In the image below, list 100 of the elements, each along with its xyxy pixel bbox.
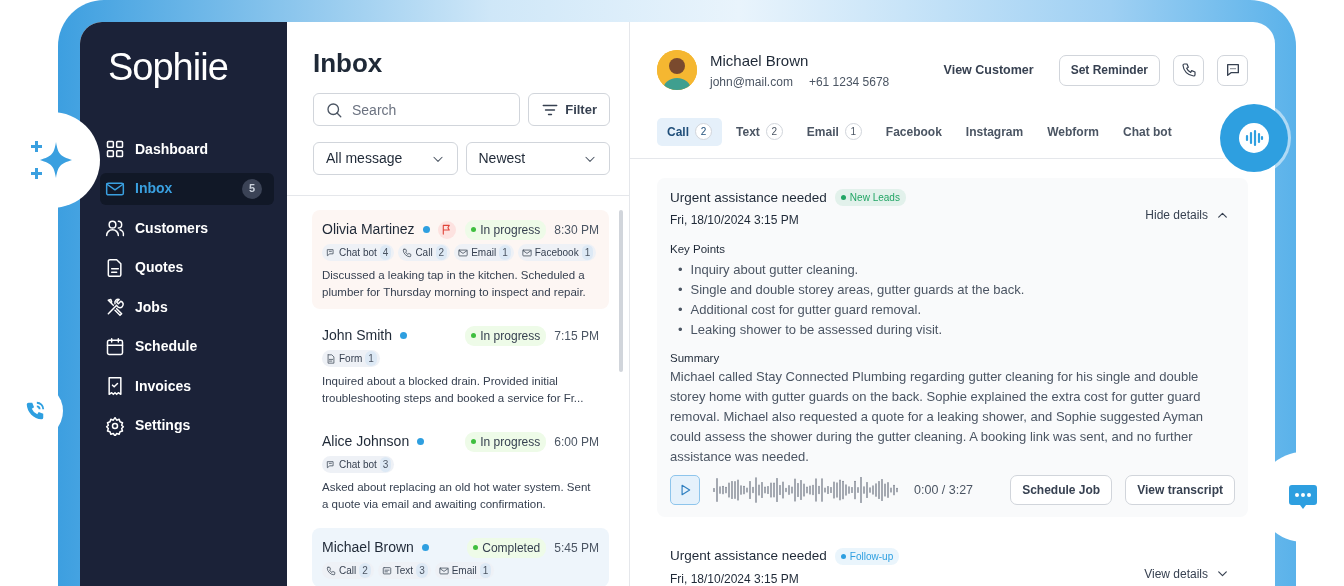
- sidebar-item[interactable]: Inbox 5: [100, 172, 274, 205]
- playback-time: 0:00 / 3:27: [914, 481, 974, 499]
- sidebar-item[interactable]: Schedule: [100, 330, 274, 363]
- message-summary: Discussed a leaking tap in the kitchen. Scheduled a plumber for Thursday morning to inspect and repair.: [322, 268, 587, 300]
- calendar-icon: [105, 336, 125, 357]
- conversation-card[interactable]: Michael Brown Completed 5:45 PM Call 2 Text 3 Email 1: [312, 528, 609, 586]
- bullet: •: [678, 281, 683, 299]
- details-toggle[interactable]: Hide details: [1145, 201, 1229, 229]
- sidebar-item[interactable]: Dashboard: [100, 133, 274, 165]
- contact-name: Michael Brown: [710, 51, 810, 71]
- section-label: Summary: [670, 351, 721, 366]
- phone-icon: [24, 400, 46, 422]
- status-tag: In progress: [465, 431, 547, 452]
- conversation-card[interactable]: Alice Johnson In progress 6:00 PM Chat bot 3 Asked about replacing an old hot water system. Sent a quote via email and awaiting confirmation.: [312, 422, 609, 521]
- entry-title: Urgent assistance needed: [670, 188, 827, 207]
- section-label: Key Points: [670, 241, 726, 257]
- chat-icon: [326, 459, 336, 470]
- channel-tab[interactable]: Text 2: [726, 117, 793, 146]
- envelope-icon: [458, 247, 469, 258]
- sidebar-item[interactable]: Customers: [100, 212, 274, 244]
- contact-name: Olivia Martinez: [322, 220, 415, 239]
- channel-tab[interactable]: Call 2: [657, 117, 722, 146]
- call-button[interactable]: [1173, 54, 1204, 86]
- contact-name: Michael Brown: [322, 538, 414, 557]
- envelope-icon: [438, 565, 449, 576]
- bullet: •: [678, 261, 683, 279]
- scrollbar[interactable]: [619, 210, 623, 372]
- count-badge: 5: [242, 178, 262, 199]
- document-icon: [326, 353, 336, 364]
- channel-tag: Chat bot 3: [322, 456, 395, 473]
- sidebar-item[interactable]: Invoices: [100, 370, 274, 402]
- contact-name: John Smith: [322, 326, 393, 345]
- envelope-icon: [521, 247, 532, 258]
- dropdown[interactable]: Newest: [465, 142, 610, 175]
- logo: Sophiie: [107, 48, 229, 86]
- set-reminder-button[interactable]: Set Reminder: [1058, 54, 1160, 86]
- view-customer-link[interactable]: View Customer: [943, 60, 1034, 80]
- filter-button[interactable]: Filter: [528, 93, 610, 126]
- chat-icon: [326, 247, 336, 258]
- sidebar-item[interactable]: Jobs: [100, 291, 274, 323]
- message-button[interactable]: [1217, 54, 1248, 86]
- key-point: Leaking shower to be assessed during visit.: [690, 321, 943, 339]
- action-button[interactable]: Schedule Job: [1010, 475, 1113, 506]
- channel-tab[interactable]: Email 1: [796, 117, 872, 146]
- channel-tab[interactable]: Webform: [1037, 117, 1109, 146]
- sidebar-item[interactable]: Quotes: [100, 251, 274, 284]
- channel-tag: Form 1: [322, 350, 380, 367]
- message-time: 5:45 PM: [554, 539, 599, 557]
- conversation-card[interactable]: John Smith In progress 7:15 PM Form 1 Inquired about a blocked drain. Provided initial troubleshooting steps and booked a service for Fr...: [312, 316, 609, 415]
- call-summary: Michael called Stay Connected Plumbing regarding gutter cleaning for his single and double storey home with gutter guards on the back. Sophie explained the extra cost for gutter guard removal. Michael also requested a quote for a leaking shower, and Sophie suggested Ayman could assess the shower during the gutter cleaning. A booking link was sent, and no further assistance was needed.: [670, 368, 1205, 467]
- contact-name: Alice Johnson: [322, 432, 410, 451]
- message-time: 8:30 PM: [554, 221, 599, 239]
- bullet: •: [678, 321, 683, 339]
- dropdown[interactable]: All message: [313, 142, 458, 175]
- phone-icon: [1180, 62, 1197, 79]
- status-tag: In progress: [465, 219, 547, 240]
- channel-tab[interactable]: Instagram: [955, 117, 1034, 146]
- entry-date: Fri, 18/10/2024 3:15 PM: [670, 570, 800, 586]
- message-time: 6:00 PM: [554, 433, 599, 451]
- voice-icon: [1239, 123, 1269, 153]
- grid-icon: [105, 139, 125, 159]
- people-icon: [105, 218, 125, 238]
- entry-date: Fri, 18/10/2024 3:15 PM: [670, 211, 800, 229]
- key-point: Inquiry about gutter cleaning.: [690, 261, 859, 279]
- channel-tag: Email 1: [454, 244, 514, 261]
- status-tag: Follow-up: [834, 547, 900, 565]
- settings-icon: [105, 415, 125, 436]
- message-icon: [381, 565, 392, 576]
- details-toggle[interactable]: View details: [1144, 560, 1229, 586]
- channel-tag: Facebook 1: [517, 244, 597, 261]
- play-button[interactable]: [670, 475, 700, 506]
- channel-tab[interactable]: Facebook: [875, 117, 952, 146]
- contact-phone: +61 1234 5678: [808, 73, 890, 91]
- chat-icon: [1224, 62, 1241, 79]
- phone-icon: [326, 565, 336, 576]
- tools-icon: [105, 297, 125, 317]
- page-title: Inbox: [313, 50, 384, 76]
- bullet: •: [678, 301, 683, 319]
- channel-tag: Email 1: [434, 562, 495, 579]
- play-icon: [678, 483, 692, 498]
- channel-tag: Chat bot 4: [322, 244, 395, 261]
- key-point: Additional cost for gutter guard removal.: [690, 301, 922, 319]
- entry-title: Urgent assistance needed: [670, 547, 827, 566]
- sidebar-item[interactable]: Settings: [100, 409, 274, 442]
- message-summary: Asked about replacing an old hot water system. Sent a quote via email and awaiting confirmation.: [322, 480, 592, 512]
- search-icon: [325, 101, 343, 119]
- conversation-card[interactable]: Olivia Martinez In progress 8:30 PM Chat bot 4 Call 2 Email 1 Facebook 1 Discussed a leaking tap in the kitchen. Scheduled a plumber for Thursday morning to inspect and repair.: [312, 210, 609, 309]
- contact-email: john@mail.com: [710, 73, 793, 91]
- channel-tag: Call 2: [398, 244, 451, 261]
- message-summary: Inquired about a blocked drain. Provided initial troubleshooting steps and booked a service for Fr...: [322, 374, 585, 406]
- avatar: [657, 50, 697, 91]
- action-button[interactable]: View transcript: [1125, 475, 1235, 506]
- document-icon: [105, 257, 125, 278]
- channel-tag: Call 2: [322, 562, 374, 579]
- phone-icon: [402, 247, 413, 258]
- key-point: Single and double storey areas, gutter guards at the back.: [690, 281, 1025, 299]
- status-tag: In progress: [465, 325, 547, 346]
- search-field[interactable]: Search: [313, 93, 521, 126]
- status-tag: New Leads: [834, 189, 906, 207]
- channel-tab[interactable]: Chat bot: [1113, 117, 1182, 146]
